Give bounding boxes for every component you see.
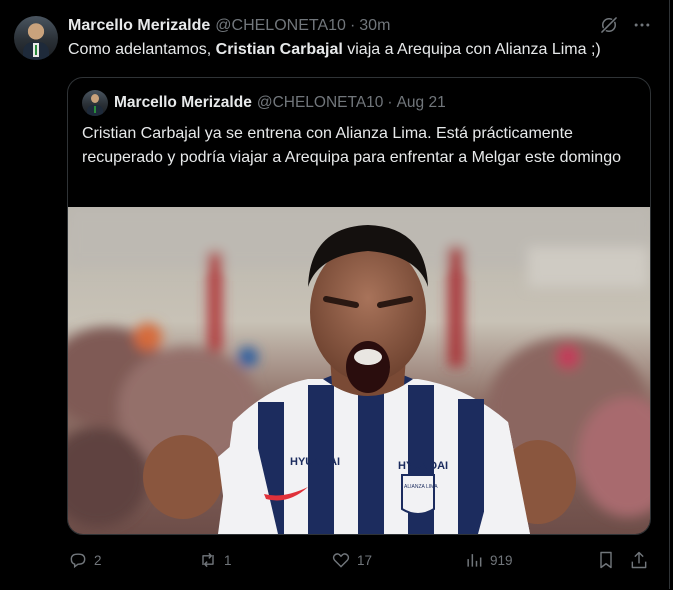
bookmark-button[interactable] — [596, 548, 622, 572]
like-icon — [332, 553, 350, 568]
quote-author-avatar[interactable] — [82, 90, 108, 116]
like-count: 17 — [357, 552, 373, 568]
reply-icon — [70, 553, 86, 569]
quote-photo[interactable]: HYUNDAI HYUNDAI ALIANZA LIMA — [68, 207, 650, 534]
player-photo: HYUNDAI HYUNDAI ALIANZA LIMA — [68, 207, 650, 534]
grok-icon[interactable] — [599, 15, 619, 35]
views-icon — [467, 554, 482, 567]
quote-date[interactable]: Aug 21 — [397, 94, 446, 112]
tweet-header: Marcello Merizalde @CHELONETA10 · 30m — [68, 16, 390, 36]
share-button[interactable] — [629, 548, 655, 572]
quote-text: Cristian Carbajal ya se entrena con Alia… — [82, 125, 621, 166]
like-button[interactable]: 17 — [331, 548, 372, 572]
quoted-tweet[interactable]: Marcello Merizalde @CHELONETA10 · Aug 21… — [67, 77, 651, 535]
quote-separator-dot: · — [387, 94, 393, 111]
views-button[interactable]: 919 — [464, 548, 513, 572]
repost-count: 1 — [224, 552, 232, 568]
quote-author-handle[interactable]: @CHELONETA10 — [257, 94, 384, 112]
jersey-crest-text: ALIANZA LIMA — [404, 484, 438, 490]
author-handle[interactable]: @CHELONETA10 — [215, 17, 346, 35]
repost-button[interactable]: 1 — [198, 548, 232, 572]
tweet-text-start: Como adelantamos, — [68, 41, 216, 58]
quote-header: Marcello Merizalde @CHELONETA10 · Aug 21 — [114, 94, 446, 112]
author-name[interactable]: Marcello Merizalde — [68, 17, 210, 35]
tweet-text-mention: Cristian Carbajal — [215, 41, 343, 58]
quote-author-name[interactable]: Marcello Merizalde — [114, 94, 252, 112]
view-count: 919 — [490, 552, 513, 568]
jersey-sponsor-left: HYUNDAI — [290, 456, 340, 468]
jersey-sponsor-right: HYUNDAI — [398, 460, 448, 472]
action-bar: 2 1 17 919 — [0, 548, 669, 572]
separator-dot: · — [349, 17, 356, 34]
tweet-card[interactable]: Marcello Merizalde @CHELONETA10 · 30m Co… — [0, 0, 670, 589]
reply-button[interactable]: 2 — [68, 548, 102, 572]
more-icon[interactable] — [632, 15, 652, 35]
share-icon — [631, 551, 647, 569]
tweet-text: Como adelantamos, Cristian Carbajal viaj… — [68, 40, 601, 60]
reply-count: 2 — [94, 552, 102, 568]
tweet-time[interactable]: 30m — [359, 17, 390, 35]
author-avatar[interactable] — [14, 16, 58, 60]
tweet-text-end: viaja a Arequipa con Alianza Lima ;) — [342, 41, 601, 58]
bookmark-icon — [600, 551, 612, 569]
repost-icon — [202, 552, 214, 568]
